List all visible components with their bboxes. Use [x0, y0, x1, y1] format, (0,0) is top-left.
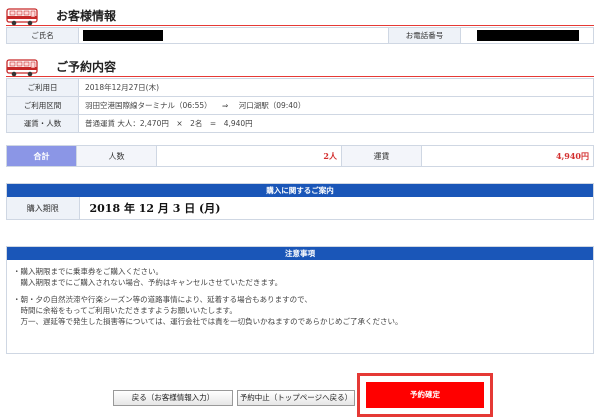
total-fare-label: 運賃 [341, 145, 422, 167]
notes-line: ・購入期限までに乗車券をご購入ください。 [13, 267, 163, 276]
name-value [78, 27, 389, 44]
redacted-name [83, 30, 163, 41]
total-label: 合計 [6, 145, 77, 167]
totals-row: 合計 人数 2人 運賃 4,940円 [6, 145, 594, 167]
notes-box: 注意事項 ・購入期限までに乗車券をご購入ください。 購入期限までにご購入されない… [6, 246, 594, 354]
notes-body: ・購入期限までに乗車券をご購入ください。 購入期限までにご購入されない場合、予約… [7, 260, 593, 333]
deadline-value: 2018 年 12 月 3 日 (月) [89, 202, 221, 215]
deadline-label: 購入期限 [7, 197, 80, 219]
phone-label: お電話番号 [388, 27, 461, 44]
notes-header: 注意事項 [7, 247, 593, 260]
confirm-highlight: 予約確定 [357, 373, 493, 417]
customer-section-header: お客様情報 [6, 4, 594, 26]
reservation-section-header: ご予約内容 [6, 55, 594, 77]
route-label: ご利用区間 [6, 96, 79, 115]
purchase-header: 購入に関するご案内 [7, 184, 593, 197]
confirm-reservation-button[interactable]: 予約確定 [366, 382, 484, 408]
notes-line: ・朝・夕の自然渋滞や行楽シーズン等の道路事情により、延着する場合もありますので、 [13, 295, 312, 304]
customer-section-title: お客様情報 [56, 9, 117, 23]
date-value: 2018年12月27日(木) [78, 78, 594, 97]
route-to: 河口湖駅（09:40） [238, 101, 306, 110]
fare-label: 運賃・人数 [6, 114, 79, 133]
notes-line: 購入期限までにご購入されない場合、予約はキャンセルさせていただきます。 [13, 278, 283, 287]
fare-value: 普通運賃 大人：2,470円 × 2名 = 4,940円 [78, 114, 594, 133]
people-label: 人数 [76, 145, 157, 167]
route-from: 羽田空港国際線ターミナル（06:55） [85, 101, 212, 110]
notes-line: 万一、遅延等で発生した損害等については、運行会社では責を一切負いかねますのであら… [13, 317, 403, 326]
arrow-right-icon: ⇒ [222, 101, 229, 110]
total-fare-value: 4,940円 [421, 145, 594, 167]
reservation-section-title: ご予約内容 [56, 60, 117, 74]
redacted-phone [477, 30, 579, 41]
cancel-reservation-button[interactable]: 予約中止（トップページへ戻る） [237, 390, 355, 406]
bus-icon [6, 8, 38, 26]
back-button[interactable]: 戻る（お客様情報入力） [113, 390, 233, 406]
date-label: ご利用日 [6, 78, 79, 97]
reservation-table: ご利用日 2018年12月27日(木) ご利用区間 羽田空港国際線ターミナル（0… [6, 78, 594, 133]
route-value: 羽田空港国際線ターミナル（06:55） ⇒ 河口湖駅（09:40） [78, 96, 594, 115]
notes-line: 時間に余裕をもってご利用いただきますようお願いいたします。 [13, 306, 237, 315]
people-value: 2人 [156, 145, 342, 167]
name-label: ご氏名 [6, 27, 79, 44]
bus-icon [6, 59, 38, 77]
phone-value [460, 27, 594, 44]
purchase-info: 購入に関するご案内 購入期限 2018 年 12 月 3 日 (月) [6, 183, 594, 220]
customer-table: ご氏名 お電話番号 [6, 27, 594, 44]
